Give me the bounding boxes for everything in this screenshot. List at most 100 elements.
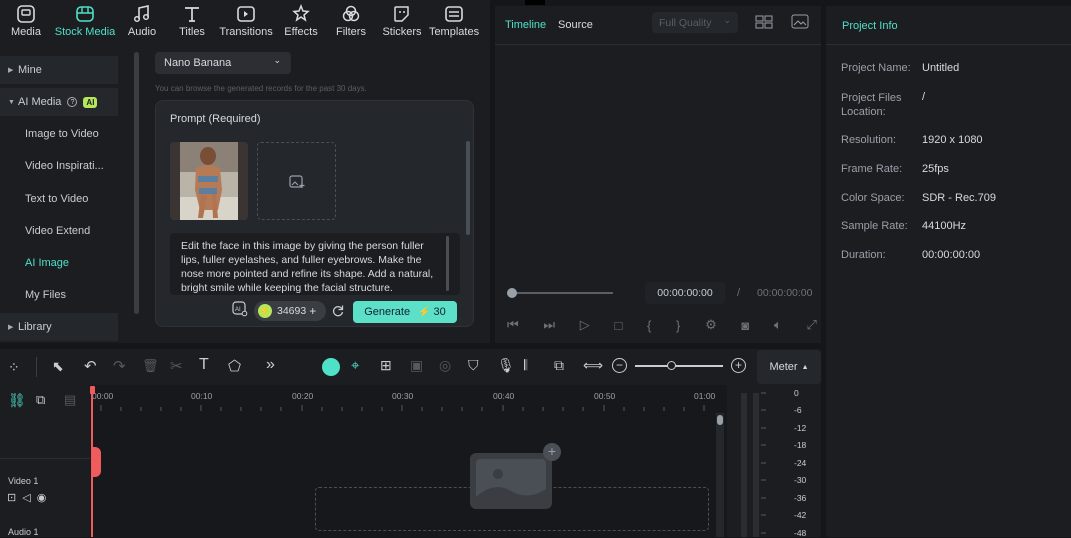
- select-tool-icon[interactable]: ⬉: [52, 358, 64, 375]
- lightning-icon: ⚡: [258, 304, 272, 318]
- tab-timeline[interactable]: Timeline: [505, 19, 546, 31]
- reference-image-thumbnail[interactable]: [170, 142, 248, 220]
- filters-icon: [340, 4, 362, 24]
- grid-view-icon[interactable]: [755, 15, 773, 29]
- track-manager-icon[interactable]: ▤: [64, 392, 76, 408]
- timeline-v-scroll-track: [716, 413, 724, 537]
- audio-mixer-icon[interactable]: 𝄃: [524, 357, 527, 374]
- tab-effects[interactable]: Effects: [276, 4, 326, 44]
- tab-stock-media[interactable]: Stock Media: [55, 4, 115, 44]
- sample-rate-value: 44100Hz: [922, 220, 967, 232]
- plus-icon: +: [309, 304, 317, 318]
- next-frame-icon[interactable]: ⏭: [543, 317, 555, 333]
- add-image-slot[interactable]: [257, 142, 336, 220]
- info-label: Color Space:: [841, 192, 905, 204]
- sidebar-item-text-to-video[interactable]: Text to Video: [0, 185, 118, 213]
- meter-scale-label: -30: [794, 475, 807, 485]
- image-track-icon[interactable]: ▣: [410, 357, 423, 374]
- fullscreen-icon[interactable]: ⤢: [806, 317, 816, 333]
- magnetic-snap-icon[interactable]: ⌖: [351, 357, 359, 374]
- tab-transitions[interactable]: Transitions: [219, 4, 273, 44]
- sidebar-item-mine[interactable]: ▶ Mine: [0, 56, 118, 84]
- quality-select[interactable]: Full Quality ⌄: [652, 12, 738, 33]
- tab-audio[interactable]: Audio: [117, 4, 167, 44]
- play-icon[interactable]: ▷: [580, 317, 590, 333]
- playhead-handle[interactable]: [507, 288, 517, 298]
- ai-copilot-icon[interactable]: [322, 358, 340, 376]
- audio-icon[interactable]: ◁: [22, 492, 36, 504]
- track-controls[interactable]: ⊡◁◉: [7, 491, 52, 504]
- titles-t-icon: [181, 4, 203, 24]
- prompt-card-scrollbar[interactable]: [466, 141, 470, 235]
- help-icon[interactable]: ?: [67, 97, 78, 107]
- layout-grid-icon[interactable]: ⁘: [8, 359, 20, 376]
- sidebar-item-ai-media[interactable]: ▼ AI Media ? AI: [0, 88, 118, 116]
- shield-icon[interactable]: ⛉: [468, 357, 479, 374]
- add-track-icon[interactable]: ⧉: [36, 392, 45, 408]
- meter-button[interactable]: Meter ▲: [757, 350, 821, 384]
- delete-icon[interactable]: 🗑︎: [142, 358, 159, 374]
- volume-icon[interactable]: 🔈︎: [774, 317, 782, 333]
- mark-out-icon[interactable]: }: [676, 318, 680, 333]
- crop-tool-icon[interactable]: ⬠: [228, 357, 241, 375]
- text-tool-icon[interactable]: T: [199, 356, 209, 374]
- timeline-toolbar: ⁘ ⬉ ↶ ↷ 🗑︎ ✂ T ⬠ » ⌖ ⊞ ▣ ◎ ⛉ 🎙︎ 𝄃 ⧉ ⟺ − …: [0, 349, 821, 385]
- stop-icon[interactable]: □: [614, 318, 622, 333]
- auto-ripple-icon[interactable]: ⊞: [380, 357, 392, 374]
- link-icon[interactable]: ⛓: [8, 392, 26, 409]
- ruler-label: 00:10: [191, 391, 213, 401]
- credits-badge[interactable]: ⚡ 34693 +: [254, 301, 326, 321]
- meter-bar-left: [741, 393, 747, 537]
- model-select[interactable]: Nano Banana ⌄: [155, 52, 291, 74]
- add-media-plus-icon[interactable]: +: [543, 443, 561, 461]
- scissors-icon[interactable]: ✂: [170, 357, 183, 375]
- microphone-icon[interactable]: 🎙︎: [497, 357, 515, 374]
- replace-icon[interactable]: ⧉: [554, 357, 564, 374]
- generate-button[interactable]: Generate ⚡ 30: [353, 301, 457, 323]
- meter-ticks: [761, 392, 766, 534]
- zoom-slider[interactable]: [635, 365, 723, 367]
- tab-label: Titles: [179, 26, 205, 38]
- speed-icon[interactable]: ◎: [439, 357, 451, 374]
- tab-titles[interactable]: Titles: [167, 4, 217, 44]
- fit-timeline-icon[interactable]: ⟺: [583, 357, 603, 374]
- total-time: 00:00:00:00: [757, 287, 813, 299]
- timeline-v-scrollbar[interactable]: [717, 415, 723, 425]
- more-tools-icon[interactable]: »: [266, 356, 275, 374]
- sidebar-item-ai-image[interactable]: AI Image: [0, 249, 118, 277]
- previous-frame-icon[interactable]: ⏮: [507, 317, 519, 333]
- mark-in-icon[interactable]: {: [647, 318, 651, 333]
- tab-source[interactable]: Source: [558, 19, 593, 31]
- zoom-slider-handle[interactable]: [667, 361, 676, 370]
- sidebar-item-video-extend[interactable]: Video Extend: [0, 217, 118, 245]
- sidebar-item-image-to-video[interactable]: Image to Video: [0, 120, 118, 148]
- sidebar-item-video-inspiration[interactable]: Video Inspirati...: [0, 152, 118, 180]
- undo-icon[interactable]: ↶: [84, 357, 97, 375]
- lock-icon[interactable]: ⊡: [7, 492, 22, 504]
- eye-icon[interactable]: ◉: [37, 492, 53, 504]
- ruler-label: 00:20: [292, 391, 314, 401]
- history-hint: You can browse the generated records for…: [155, 84, 367, 93]
- render-settings-icon[interactable]: ⚙: [705, 317, 717, 333]
- tab-filters[interactable]: Filters: [326, 4, 376, 44]
- snapshot-icon[interactable]: [791, 14, 809, 30]
- tab-stickers[interactable]: Stickers: [377, 4, 427, 44]
- sidebar-item-library[interactable]: ▶ Library: [0, 313, 118, 341]
- camera-icon[interactable]: ◙: [741, 318, 749, 333]
- playback-progress-track[interactable]: [507, 292, 613, 294]
- zoom-in-icon[interactable]: +: [731, 358, 746, 373]
- tab-templates[interactable]: Templates: [429, 4, 479, 44]
- time-ruler[interactable]: 00:00 00:10 00:20 00:30 00:40 00:50 01:0…: [90, 385, 718, 415]
- zoom-out-icon[interactable]: −: [612, 358, 627, 373]
- refresh-icon[interactable]: [331, 304, 345, 318]
- track-resize-handle[interactable]: [92, 447, 101, 477]
- redo-icon[interactable]: ↷: [113, 357, 126, 375]
- sidebar-item-my-files[interactable]: My Files: [0, 281, 118, 309]
- prompt-textarea[interactable]: Edit the face in this image by giving th…: [170, 233, 460, 295]
- media-icon: [15, 4, 37, 24]
- textarea-scrollbar[interactable]: [446, 236, 449, 291]
- tab-media[interactable]: Media: [1, 4, 51, 44]
- ai-settings-icon[interactable]: AI: [232, 301, 248, 317]
- ai-badge: AI: [83, 96, 98, 108]
- sidebar-scrollbar[interactable]: [134, 52, 139, 314]
